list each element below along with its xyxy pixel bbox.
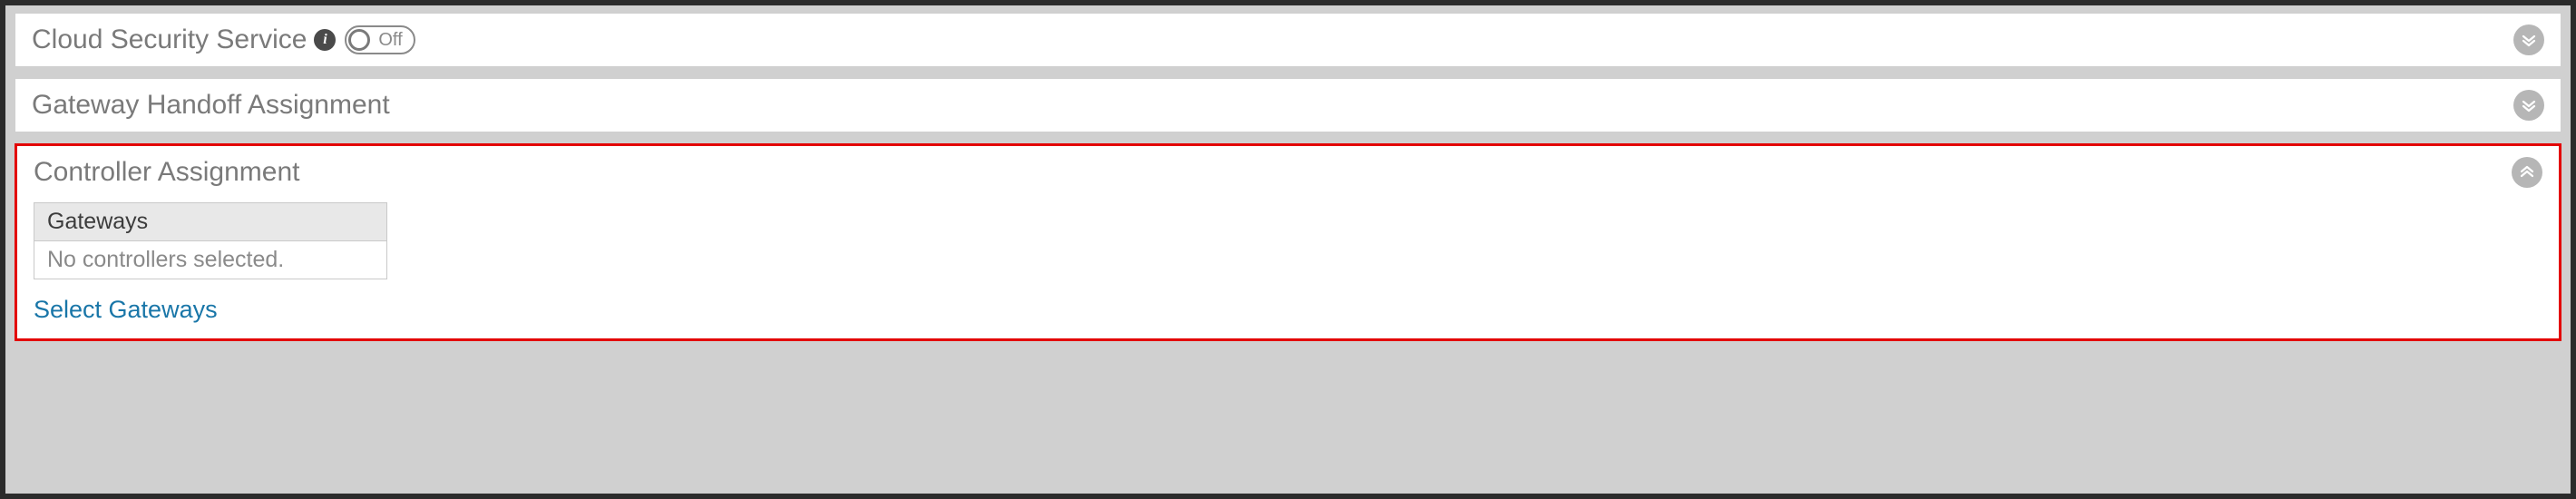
gateway-handoff-panel: Gateway Handoff Assignment bbox=[15, 78, 2561, 132]
controller-assignment-body: Gateways No controllers selected. Select… bbox=[17, 199, 2559, 338]
gateway-handoff-header[interactable]: Gateway Handoff Assignment bbox=[15, 79, 2561, 132]
cloud-security-toggle[interactable]: Off bbox=[345, 25, 415, 54]
chevron-down-icon[interactable] bbox=[2513, 24, 2544, 55]
cloud-security-header[interactable]: Cloud Security Service i Off bbox=[15, 14, 2561, 66]
cloud-security-title: Cloud Security Service bbox=[32, 24, 307, 55]
gateway-handoff-title: Gateway Handoff Assignment bbox=[32, 90, 390, 121]
gateways-table: Gateways No controllers selected. bbox=[34, 202, 387, 279]
select-gateways-link[interactable]: Select Gateways bbox=[34, 296, 218, 324]
cloud-security-panel: Cloud Security Service i Off bbox=[15, 13, 2561, 67]
info-icon[interactable]: i bbox=[314, 29, 336, 51]
gateways-table-empty: No controllers selected. bbox=[34, 241, 386, 279]
toggle-knob-icon bbox=[348, 29, 370, 51]
controller-assignment-title: Controller Assignment bbox=[34, 157, 299, 188]
controller-assignment-panel: Controller Assignment Gateways No contro… bbox=[15, 143, 2561, 341]
gateways-table-header: Gateways bbox=[34, 203, 386, 241]
chevron-down-icon[interactable] bbox=[2513, 90, 2544, 121]
config-page: Cloud Security Service i Off Gateway Han… bbox=[5, 5, 2571, 494]
chevron-up-icon[interactable] bbox=[2512, 157, 2542, 188]
controller-assignment-header[interactable]: Controller Assignment bbox=[17, 146, 2559, 199]
toggle-state-label: Off bbox=[370, 30, 408, 51]
